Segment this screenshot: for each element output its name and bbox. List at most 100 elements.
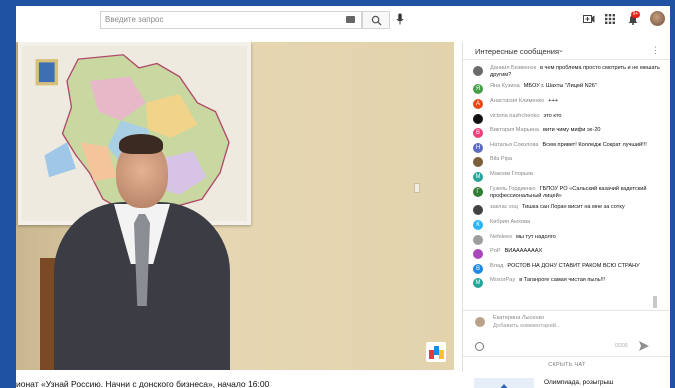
chat-message-body: Влад РОСТОВ НА ДОНУ СТАВИТ РАКОМ ВСЮ СТРА… — [490, 263, 640, 271]
chat-message-text: МБОУ г. Шахты "Лицей N26" — [523, 83, 597, 90]
chat-author-name[interactable]: victoria nashchenko — [490, 113, 539, 119]
chat-message-body: Гузель Гордиенко ГБПОУ РО «Сальский казач… — [490, 186, 661, 201]
video-player[interactable] — [16, 42, 454, 370]
recommendation-title[interactable]: Олимпиада, розыгрыш — [544, 379, 613, 386]
channel-logo-icon — [426, 342, 446, 362]
chat-message: Nefelees мы тут надолго — [463, 234, 670, 245]
chat-author-avatar[interactable]: В — [473, 128, 483, 139]
chat-message-body: Анастасия Клименко +++ — [490, 98, 558, 106]
chat-message: Г Гузель Гордиенко ГБПОУ РО «Сальский каза… — [463, 186, 670, 201]
chat-message-text: Всем привет! Колледж Сократ лучший!!! — [542, 141, 647, 148]
chat-message-text: мы тут надолго — [516, 233, 556, 240]
chat-message: заклас хоц Тишка сан Лоран висит на мне з… — [463, 204, 670, 216]
chat-author-name[interactable]: Максим Глорьев — [490, 171, 533, 177]
chat-author-name[interactable]: Nefelees — [490, 234, 512, 240]
chat-message: К Кибрия Аюхова — [463, 219, 670, 230]
chat-author-name[interactable]: Даниил Безвенюк — [490, 65, 536, 71]
search-icon — [371, 15, 382, 26]
chat-author-name[interactable]: Наталья Соколова — [490, 142, 539, 148]
chat-input-area: Екатерина Лысенко Добавить комментарий..… — [463, 310, 670, 356]
chevron-down-icon[interactable]: ⌄ — [558, 46, 564, 54]
chat-message-body: заклас хоц Тишка сан Лоран висит на мне з… — [490, 204, 625, 212]
chat-message-text: ВИАААААААХ — [504, 248, 543, 255]
chat-author-avatar[interactable] — [473, 113, 483, 124]
light-switch — [414, 183, 420, 193]
chat-message-body: Nefelees мы тут надолго — [490, 234, 556, 242]
chat-message-body: victoria nashchenko это кто — [490, 113, 561, 121]
chat-author-avatar[interactable] — [473, 65, 483, 76]
chat-author-avatar[interactable] — [473, 157, 483, 168]
chat-message-body: PoP ВИАААААААХ — [490, 248, 542, 256]
chat-author-name[interactable]: Анастасия Клименко — [490, 98, 544, 104]
chat-message: victoria nashchenko это кто — [463, 113, 670, 124]
recommendation-item[interactable]: Олимпиада, розыгрыш — [474, 378, 664, 388]
chat-message-text: вити чиму мифи эх-20 — [542, 127, 601, 134]
top-bar: Введите запрос 9+ — [16, 6, 670, 32]
send-icon[interactable] — [639, 341, 649, 351]
chat-author-avatar[interactable]: А — [473, 98, 483, 109]
chat-message-text: в Таганроге самая чистая пыль!!! — [519, 277, 606, 284]
apps-grid-icon[interactable] — [605, 14, 615, 24]
chat-author-avatar[interactable]: Я — [473, 84, 483, 95]
chat-message: Н Наталья Соколова Всем привет! Колледж Со… — [463, 142, 670, 153]
search-input[interactable]: Введите запрос — [105, 15, 164, 24]
chat-message-text: Тишка сан Лоран висит на мне за сотку — [521, 204, 625, 211]
chat-message-text: +++ — [548, 97, 558, 104]
video-title: ионат «Узнай Россию. Начни с донского би… — [16, 379, 270, 388]
chat-header: Интересные сообщения ⌄ ⋮ — [463, 42, 670, 60]
current-user-avatar — [475, 317, 485, 327]
chat-author-name[interactable]: Гузель Гордиенко — [490, 186, 536, 192]
chat-message: А Анастасия Клименко +++ — [463, 98, 670, 109]
chat-message-text: это кто — [543, 112, 562, 119]
user-avatar[interactable] — [650, 11, 665, 26]
chat-mode-selector[interactable]: Интересные сообщения — [475, 47, 559, 56]
search-button[interactable] — [362, 11, 390, 29]
chat-message: PoP ВИАААААААХ — [463, 248, 670, 260]
chat-message: Вila Pipa — [463, 156, 670, 168]
chat-message-body: Вila Pipa — [490, 156, 516, 164]
chat-message: В Влад РОСТОВ НА ДОНУ СТАВИТ РАКОМ ВСЮ СТР… — [463, 263, 670, 274]
chat-author-name[interactable]: Влад — [490, 263, 503, 269]
app-frame: Введите запрос 9+ ионат «Узнай Россию. Н… — [16, 6, 670, 388]
chat-author-name[interactable]: Вila Pipa — [490, 156, 512, 162]
chat-author-avatar[interactable]: В — [473, 263, 483, 274]
chat-author-name[interactable]: MosorPay — [490, 277, 515, 283]
chat-author-name[interactable]: Виктория Марьина — [490, 127, 539, 133]
chat-message-body: Максим Глорьев — [490, 171, 537, 179]
chat-messages-list[interactable]: Даниил Безвенюк в чем проблема просто смо… — [463, 61, 670, 331]
chat-message: Я Яна Кузина МБОУ г. Шахты "Лицей N26" — [463, 83, 670, 95]
emoji-icon[interactable] — [475, 342, 484, 351]
recommendation-thumbnail[interactable] — [474, 378, 534, 388]
chat-author-name[interactable]: PoP — [490, 248, 501, 254]
chat-message-body: MosorPay в Таганроге самая чистая пыль!!! — [490, 277, 605, 285]
mic-icon[interactable] — [396, 13, 404, 25]
chat-author-avatar[interactable] — [473, 205, 483, 216]
char-counter: 0/200 — [615, 343, 628, 349]
chat-author-avatar[interactable]: Н — [473, 142, 483, 153]
chat-author-avatar[interactable] — [473, 249, 483, 260]
chat-author-name[interactable]: Яна Кузина — [490, 83, 520, 89]
chat-author-avatar[interactable]: М — [473, 171, 483, 182]
keyboard-icon[interactable] — [346, 16, 355, 23]
current-user-name: Екатерина Лысенко — [493, 315, 545, 321]
chat-message: Даниил Безвенюк в чем проблема просто смо… — [463, 65, 670, 80]
chat-message: В Виктория Марьина вити чиму мифи эх-20 — [463, 127, 670, 139]
chat-author-avatar[interactable]: М — [473, 278, 483, 289]
notification-badge: 9+ — [631, 11, 640, 18]
speaker-hair — [119, 134, 163, 154]
chat-author-name[interactable]: Кибрия Аюхова — [490, 219, 530, 225]
chat-author-avatar[interactable]: К — [473, 219, 483, 230]
hide-chat-button[interactable]: СКРЫТЬ ЧАТ — [463, 356, 670, 372]
chat-message-body: Виктория Марьина вити чиму мифи эх-20 — [490, 127, 601, 135]
chat-message-text: РОСТОВ НА ДОНУ СТАВИТ РАКОМ ВСЮ СТРАНУ — [507, 262, 640, 269]
more-options-icon[interactable]: ⋮ — [651, 45, 660, 56]
chat-author-avatar[interactable] — [473, 234, 483, 245]
chat-author-name[interactable]: заклас хоц — [490, 204, 518, 210]
comment-input[interactable]: Добавить комментарий... — [493, 323, 561, 329]
chat-message-body: Наталья Соколова Всем привет! Колледж Сок… — [490, 142, 647, 150]
chat-author-avatar[interactable]: Г — [473, 186, 483, 197]
search-box[interactable]: Введите запрос — [100, 11, 362, 29]
live-chat-panel: Интересные сообщения ⌄ ⋮ Даниил Безвенюк… — [462, 42, 670, 372]
chat-scrollbar[interactable] — [653, 296, 657, 308]
create-video-icon[interactable] — [583, 14, 595, 24]
